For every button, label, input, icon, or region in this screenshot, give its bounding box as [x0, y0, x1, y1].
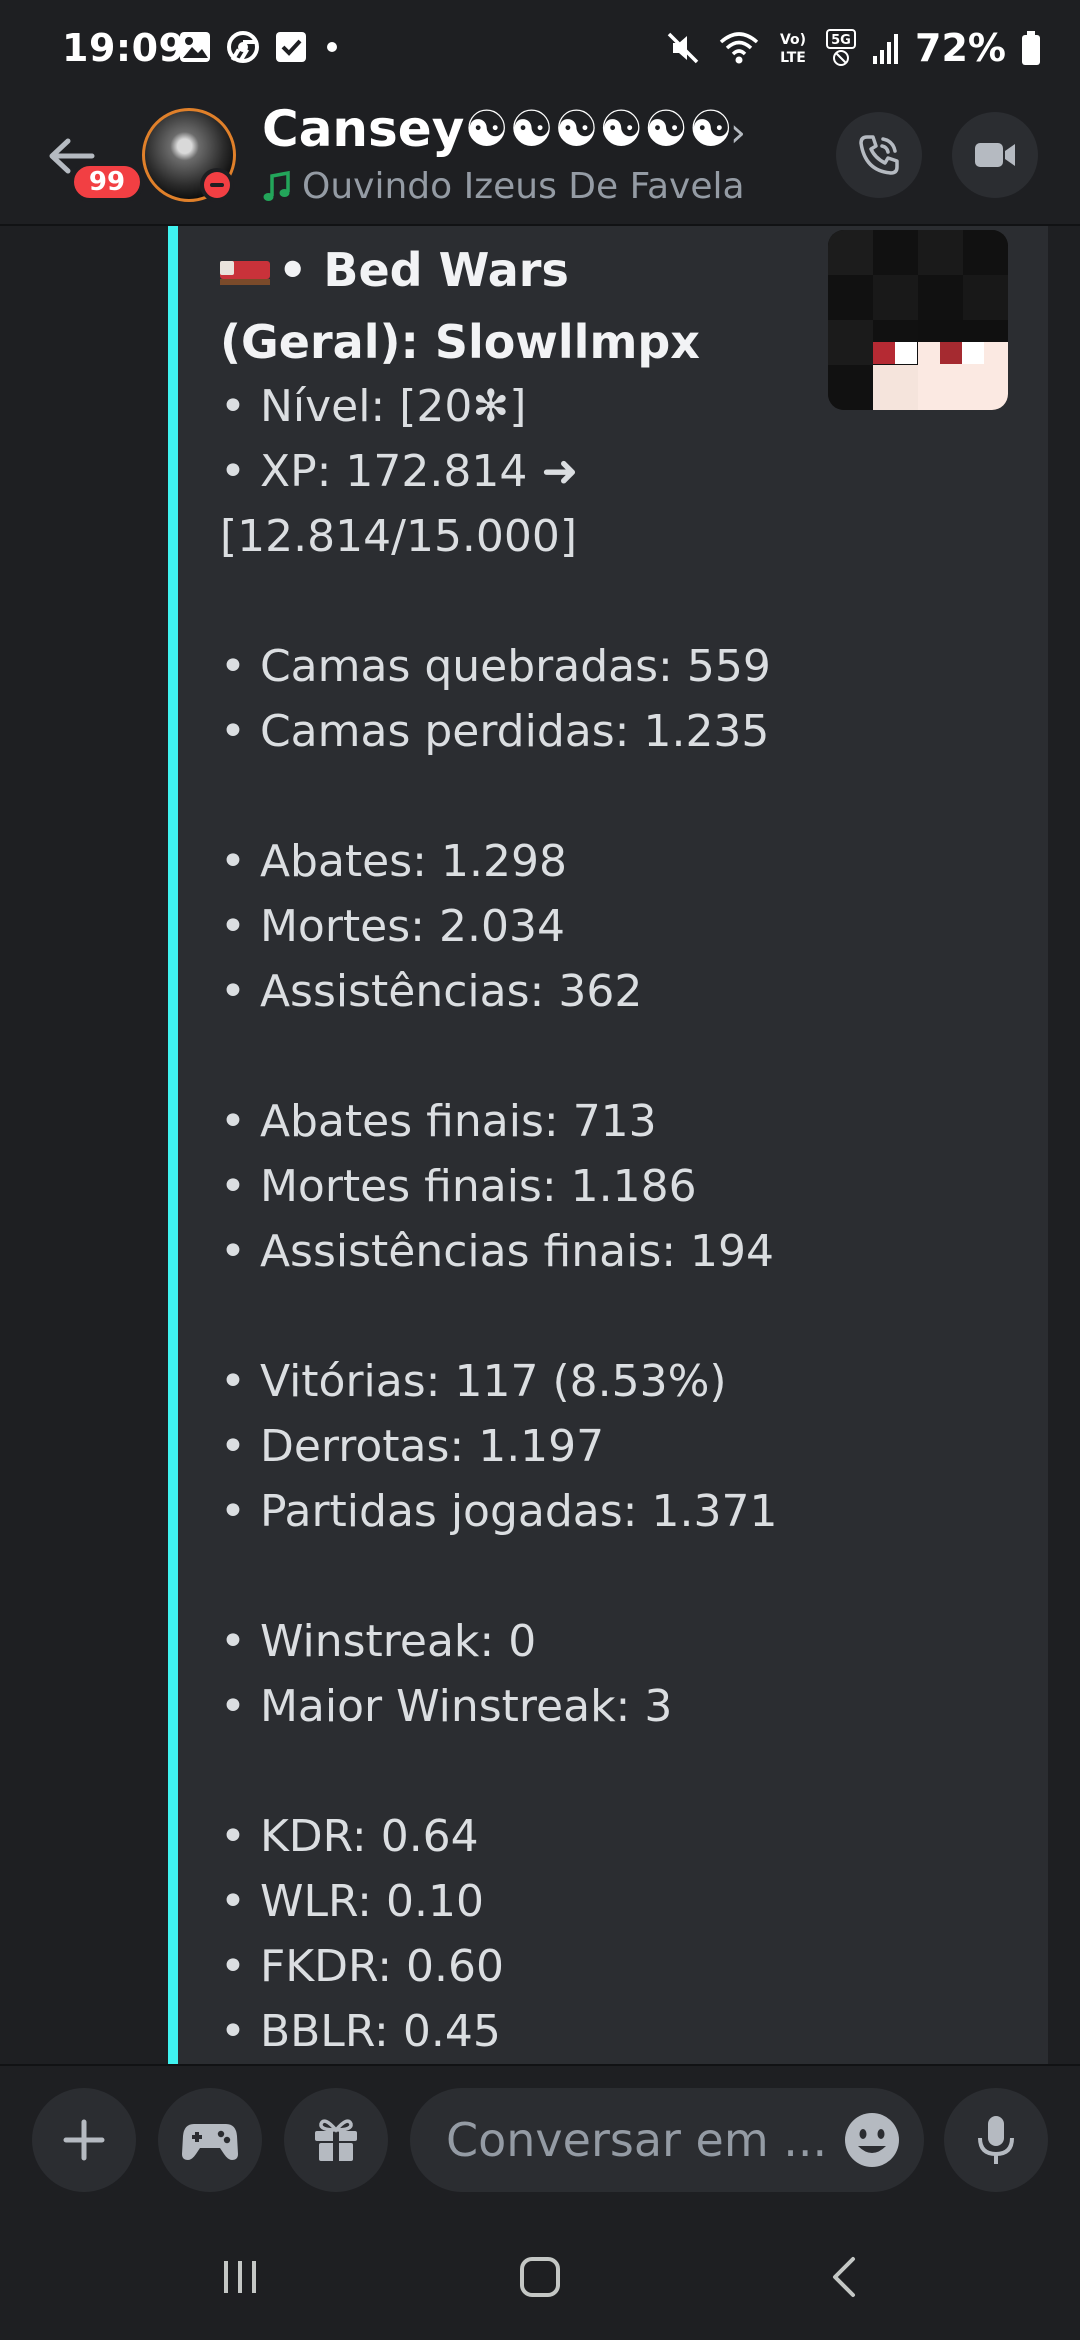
stat-level: • Nível: [20✻]: [220, 381, 527, 432]
svg-text:LTE: LTE: [780, 50, 806, 66]
dnd-status-icon: [200, 168, 234, 202]
svg-text:Vo): Vo): [780, 32, 806, 48]
stat-wins: • Vitórias: 117 (8.53%): [220, 1356, 727, 1407]
dm-header: 99 Cansey☯☯☯☯☯☯ › Ouvindo Izeus De Favel…: [0, 100, 1080, 226]
stat-final-assists: • Assistências finais: 194: [220, 1226, 775, 1277]
emoji-icon[interactable]: [842, 2110, 902, 2170]
system-icons: Vo) LTE 5G 72%: [663, 26, 1042, 70]
microphone-icon: [978, 2116, 1014, 2164]
stat-bblr: • BBLR: 0.45: [220, 2006, 501, 2057]
5g-icon: 5G: [826, 29, 857, 66]
screen: 19:09 Vo) LTE 5G 72% 99 Cansey☯☯☯☯☯☯ › O…: [0, 0, 1080, 2340]
nav-back-button[interactable]: [815, 2252, 875, 2302]
stat-final-deaths: • Mortes finais: 1.186: [220, 1161, 697, 1212]
signal-icon: [873, 34, 899, 64]
gift-button[interactable]: [284, 2088, 388, 2192]
stat-wlr: • WLR: 0.10: [220, 1876, 484, 1927]
gamepad-icon: [182, 2124, 238, 2160]
voice-call-button[interactable]: [836, 112, 922, 198]
music-note-icon: [263, 170, 290, 201]
stat-losses: • Derrotas: 1.197: [220, 1421, 605, 1472]
recents-button[interactable]: [210, 2252, 270, 2302]
activities-button[interactable]: [158, 2088, 262, 2192]
stat-beds-lost: • Camas perdidas: 1.235: [220, 706, 770, 757]
status-time: 19:09: [62, 26, 186, 70]
video-call-button[interactable]: [952, 112, 1038, 198]
battery-icon: [1022, 31, 1040, 65]
message-input[interactable]: Conversar em ...: [410, 2088, 924, 2192]
bed-emoji-icon: [220, 259, 270, 289]
stat-beds-broken: • Camas quebradas: 559: [220, 641, 771, 692]
battery-percentage: 72%: [915, 26, 1006, 70]
mute-icon: [667, 32, 699, 64]
message-list[interactable]: • Bed Wars (Geral): Slowllmpx • Nível: […: [0, 226, 1080, 2064]
stat-best-winstreak: • Maior Winstreak: 3: [220, 1681, 673, 1732]
stat-kdr: • KDR: 0.64: [220, 1811, 479, 1862]
stat-assists: • Assistências: 362: [220, 966, 643, 1017]
channel-name[interactable]: Cansey☯☯☯☯☯☯: [262, 100, 733, 158]
chrome-icon: [227, 31, 259, 63]
stat-fkdr: • FKDR: 0.60: [220, 1941, 504, 1992]
chevron-right-icon[interactable]: ›: [730, 110, 746, 156]
wifi-icon: [719, 32, 759, 64]
stat-games-played: • Partidas jogadas: 1.371: [220, 1486, 778, 1537]
chat-input-bar: Conversar em ...: [0, 2064, 1080, 2216]
add-attachment-button[interactable]: [32, 2088, 136, 2192]
stat-xp: • XP: 172.814 ➜: [220, 446, 579, 497]
message-input-placeholder: Conversar em ...: [446, 2113, 828, 2167]
voice-message-button[interactable]: [944, 2088, 1048, 2192]
activity-status: Ouvindo Izeus De Favela: [262, 166, 745, 207]
volte-icon: Vo) LTE: [780, 32, 806, 66]
dot-icon: [327, 42, 337, 52]
stat-winstreak: • Winstreak: 0: [220, 1616, 537, 1667]
stat-deaths: • Mortes: 2.034: [220, 901, 565, 952]
stat-kills: • Abates: 1.298: [220, 836, 567, 887]
activity-text: Ouvindo Izeus De Favela: [302, 166, 745, 207]
stat-xp-progress: [12.814/15.000]: [220, 511, 578, 562]
stats-embed: • Bed Wars (Geral): Slowllmpx • Nível: […: [168, 226, 1048, 2064]
recents-icon: [224, 2261, 256, 2293]
plus-icon: [63, 2119, 105, 2161]
stat-final-kills: • Abates finais: 713: [220, 1096, 657, 1147]
notification-icons: [178, 30, 342, 64]
gallery-icon: [180, 32, 210, 62]
phone-icon: [859, 135, 899, 175]
unread-badge: 99: [70, 162, 144, 202]
checkbox-icon: [276, 32, 306, 62]
video-camera-icon: [975, 143, 1015, 167]
gift-icon: [315, 2119, 357, 2161]
home-button[interactable]: [510, 2252, 570, 2302]
chevron-left-icon: [833, 2257, 855, 2297]
system-nav-bar: [0, 2214, 1080, 2340]
embed-title-text: • Bed Wars (Geral): Slowllmpx: [220, 243, 700, 369]
home-icon: [520, 2257, 560, 2297]
embed-title: • Bed Wars (Geral): Slowllmpx: [220, 234, 780, 378]
svg-text:5G: 5G: [831, 33, 851, 48]
status-bar: 19:09 Vo) LTE 5G 72%: [0, 0, 1080, 100]
embed-body: • Nível: [20✻] • XP: 172.814 ➜ [12.814/1…: [220, 374, 980, 2064]
